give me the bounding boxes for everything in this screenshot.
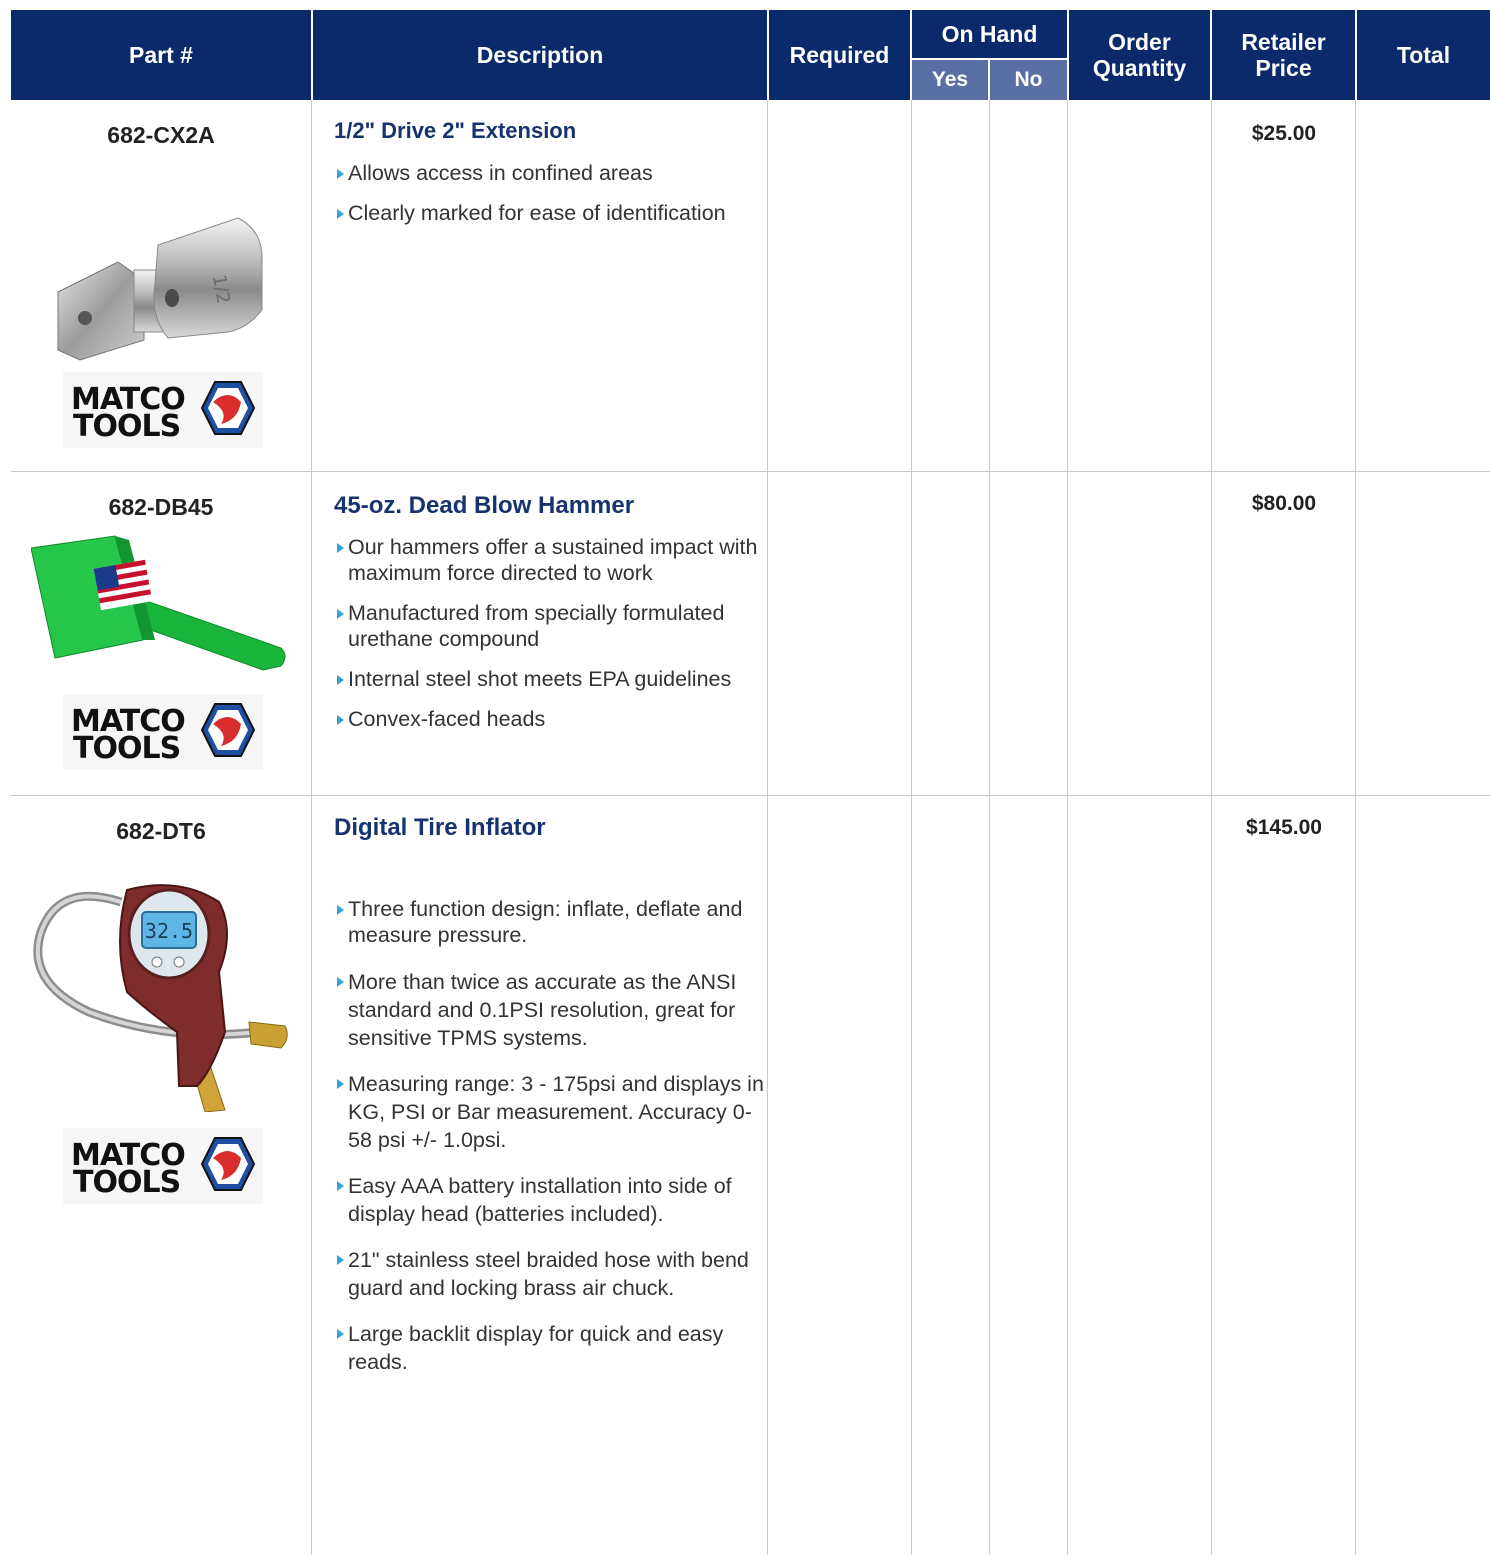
parts-order-table: Part # Description Required On Hand Yes … (11, 10, 1490, 1555)
list-item: Easy AAA battery installation into side … (334, 1172, 766, 1228)
product-title: 45-oz. Dead Blow Hammer (334, 492, 635, 519)
list-item: Manufactured from specially formulated u… (334, 600, 766, 652)
dead-blow-hammer-image (31, 535, 286, 671)
retailer-price: $25.00 (1251, 122, 1317, 145)
inflator-display-reading: 32.5 (145, 919, 193, 943)
product-title: Digital Tire Inflator (334, 814, 546, 841)
header-description: Description (476, 42, 604, 68)
list-item: Convex-faced heads (334, 706, 766, 732)
header-required: Required (789, 42, 890, 68)
header-on-hand: On Hand (941, 20, 1038, 47)
list-item: Large backlit display for quick and easy… (334, 1320, 766, 1376)
part-number: 682-CX2A (107, 122, 215, 148)
list-item: More than twice as accurate as the ANSI … (334, 968, 766, 1052)
list-item: Allows access in confined areas (334, 160, 766, 186)
header-on-hand-no: No (990, 60, 1067, 100)
part-number: 682-DB45 (108, 494, 214, 520)
retailer-price: $145.00 (1246, 816, 1322, 839)
list-item: Three function design: inflate, deflate … (334, 896, 766, 948)
tire-inflator-image: 32.5 (33, 884, 288, 1112)
list-item: Internal steel shot meets EPA guidelines (334, 666, 766, 692)
list-item: Measuring range: 3 - 175psi and displays… (334, 1070, 766, 1154)
matco-tools-logo: MATCO TOOLS (63, 694, 263, 770)
feature-list: Allows access in confined areas Clearly … (334, 160, 766, 240)
header-on-hand-yes: Yes (912, 60, 988, 100)
matco-tools-logo: MATCO TOOLS (63, 1128, 263, 1204)
matco-tools-logo: MATCO TOOLS (63, 372, 263, 448)
product-title: 1/2" Drive 2" Extension (334, 118, 577, 143)
header-order-quantity: Order Quantity (1092, 29, 1187, 81)
list-item: 21" stainless steel braided hose with be… (334, 1246, 766, 1302)
list-item: Our hammers offer a sustained impact wit… (334, 534, 766, 586)
svg-text:TOOLS: TOOLS (73, 731, 180, 766)
list-item: Clearly marked for ease of identificatio… (334, 200, 766, 226)
header-part-number: Part # (129, 42, 193, 68)
svg-text:TOOLS: TOOLS (73, 409, 180, 444)
feature-list: Our hammers offer a sustained impact wit… (334, 534, 766, 746)
feature-list: Three function design: inflate, deflate … (334, 896, 766, 1394)
socket-extension-image: 1/2 (57, 217, 263, 361)
retailer-price: $80.00 (1251, 492, 1317, 515)
svg-text:TOOLS: TOOLS (73, 1165, 180, 1200)
part-number: 682-DT6 (116, 818, 206, 844)
header-total: Total (1396, 42, 1451, 68)
header-retailer-price: Retailer Price (1241, 29, 1326, 81)
